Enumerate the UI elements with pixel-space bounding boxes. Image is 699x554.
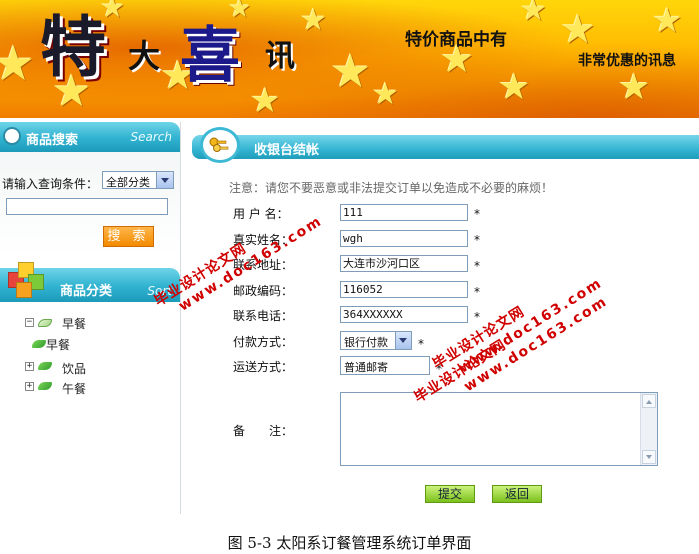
banner-slogan-2: 非常优惠的讯息 — [578, 53, 676, 69]
payment-label: 付款方式： — [233, 335, 294, 349]
search-condition-label: 请输入查询条件： — [2, 177, 99, 191]
phone-field[interactable]: 364XXXXXX — [340, 306, 468, 323]
tree-item-drinks[interactable]: 饮品 — [62, 360, 86, 377]
remarks-textarea[interactable] — [340, 392, 658, 466]
star-icon: ★ — [228, 0, 252, 24]
star-icon: ★ — [250, 81, 281, 118]
tree-item-lunch[interactable]: 午餐 — [62, 380, 86, 397]
search-button[interactable]: 搜 索 — [103, 226, 154, 247]
chevron-down-icon[interactable] — [395, 332, 411, 349]
required-mark: * — [474, 259, 480, 273]
star-icon: ★ — [560, 7, 596, 53]
keys-icon — [209, 137, 229, 152]
star-icon: ★ — [652, 1, 683, 41]
search-input[interactable] — [6, 198, 168, 215]
realname-field[interactable]: wgh — [340, 230, 468, 247]
phone-label: 联系电话： — [233, 309, 294, 323]
search-panel-body: 请输入查询条件： 全部分类 搜 索 — [0, 152, 180, 257]
star-icon: ★ — [520, 0, 547, 28]
required-mark: * — [474, 233, 480, 247]
star-icon: ★ — [618, 67, 651, 108]
star-icon: ★ — [330, 44, 372, 98]
leaf-icon — [38, 382, 52, 390]
checkout-notice: 注意：请您不要恶意或非法提交订单以免造成不必要的麻烦！ — [229, 181, 554, 195]
search-panel-title-en: Search — [130, 130, 173, 144]
checkout-title: 收银台结帐 — [254, 143, 320, 158]
banner-char-3: 喜 — [180, 21, 240, 91]
tree-expand-icon[interactable]: + — [25, 382, 34, 391]
star-icon: ★ — [300, 3, 327, 38]
required-mark: * — [474, 207, 480, 221]
tree-item-breakfast[interactable]: 早餐 — [62, 315, 86, 332]
cubes-icon — [6, 262, 48, 298]
star-icon: ★ — [0, 36, 36, 92]
category-select[interactable]: 全部分类 — [102, 171, 174, 189]
figure-caption: 图 5-3 太阳系订餐管理系统订单界面 — [227, 534, 472, 552]
banner-char-1: 特 — [40, 8, 106, 86]
remarks-label: 备 注： — [233, 424, 294, 438]
scroll-up-icon[interactable] — [642, 394, 656, 408]
cube-orange — [16, 282, 32, 298]
checkout-header: 收银台结帐 — [192, 127, 699, 163]
back-button[interactable]: 返回 — [492, 485, 542, 503]
checkout-header-badge — [200, 127, 240, 163]
required-mark: * — [474, 285, 480, 299]
search-panel-title: 商品搜索 — [26, 133, 79, 148]
payment-select[interactable]: 银行付款 — [340, 331, 412, 350]
zipcode-field[interactable]: 116052 — [340, 281, 468, 298]
search-panel-header: 商品搜索 Search — [0, 122, 180, 152]
folder-open-icon — [38, 319, 52, 327]
required-mark: * — [418, 337, 424, 351]
tree-collapse-icon[interactable]: − — [25, 318, 34, 327]
leaf-icon — [32, 340, 46, 348]
leaf-icon — [38, 362, 52, 370]
banner: ★ ★ ★ ★ ★ ★ ★ ★ ★ ★ ★ ★ ★ ★ ★ 特 大 喜 讯 特价… — [0, 0, 699, 118]
category-panel-title: 商品分类 — [60, 284, 113, 299]
username-field[interactable]: 111 — [340, 204, 468, 221]
banner-slogan-1: 特价商品中有 — [405, 30, 507, 50]
chevron-down-icon[interactable] — [156, 172, 173, 188]
category-select-value: 全部分类 — [106, 176, 150, 189]
shipping-label: 运送方式： — [233, 360, 294, 374]
address-field[interactable]: 大连市沙河口区 — [340, 255, 468, 272]
category-tree: − 早餐 早餐 + 饮品 + 午餐 — [0, 310, 180, 400]
tree-subitem-breakfast[interactable]: 早餐 — [46, 336, 70, 353]
remarks-scrollbar[interactable] — [640, 393, 657, 465]
scroll-down-icon[interactable] — [642, 450, 656, 464]
star-icon: ★ — [498, 67, 531, 108]
zipcode-label: 邮政编码： — [233, 284, 294, 298]
shipping-select-value: 普通邮寄 — [344, 361, 388, 374]
submit-button[interactable]: 提交 — [425, 485, 475, 503]
required-mark: * — [474, 310, 480, 324]
banner-char-2: 大 — [128, 37, 161, 75]
star-icon: ★ — [372, 77, 399, 112]
magnifier-icon — [3, 127, 21, 145]
shipping-select[interactable]: 普通邮寄 — [340, 356, 430, 375]
payment-select-value: 银行付款 — [344, 336, 388, 349]
banner-char-4: 讯 — [265, 39, 295, 74]
tree-expand-icon[interactable]: + — [25, 362, 34, 371]
